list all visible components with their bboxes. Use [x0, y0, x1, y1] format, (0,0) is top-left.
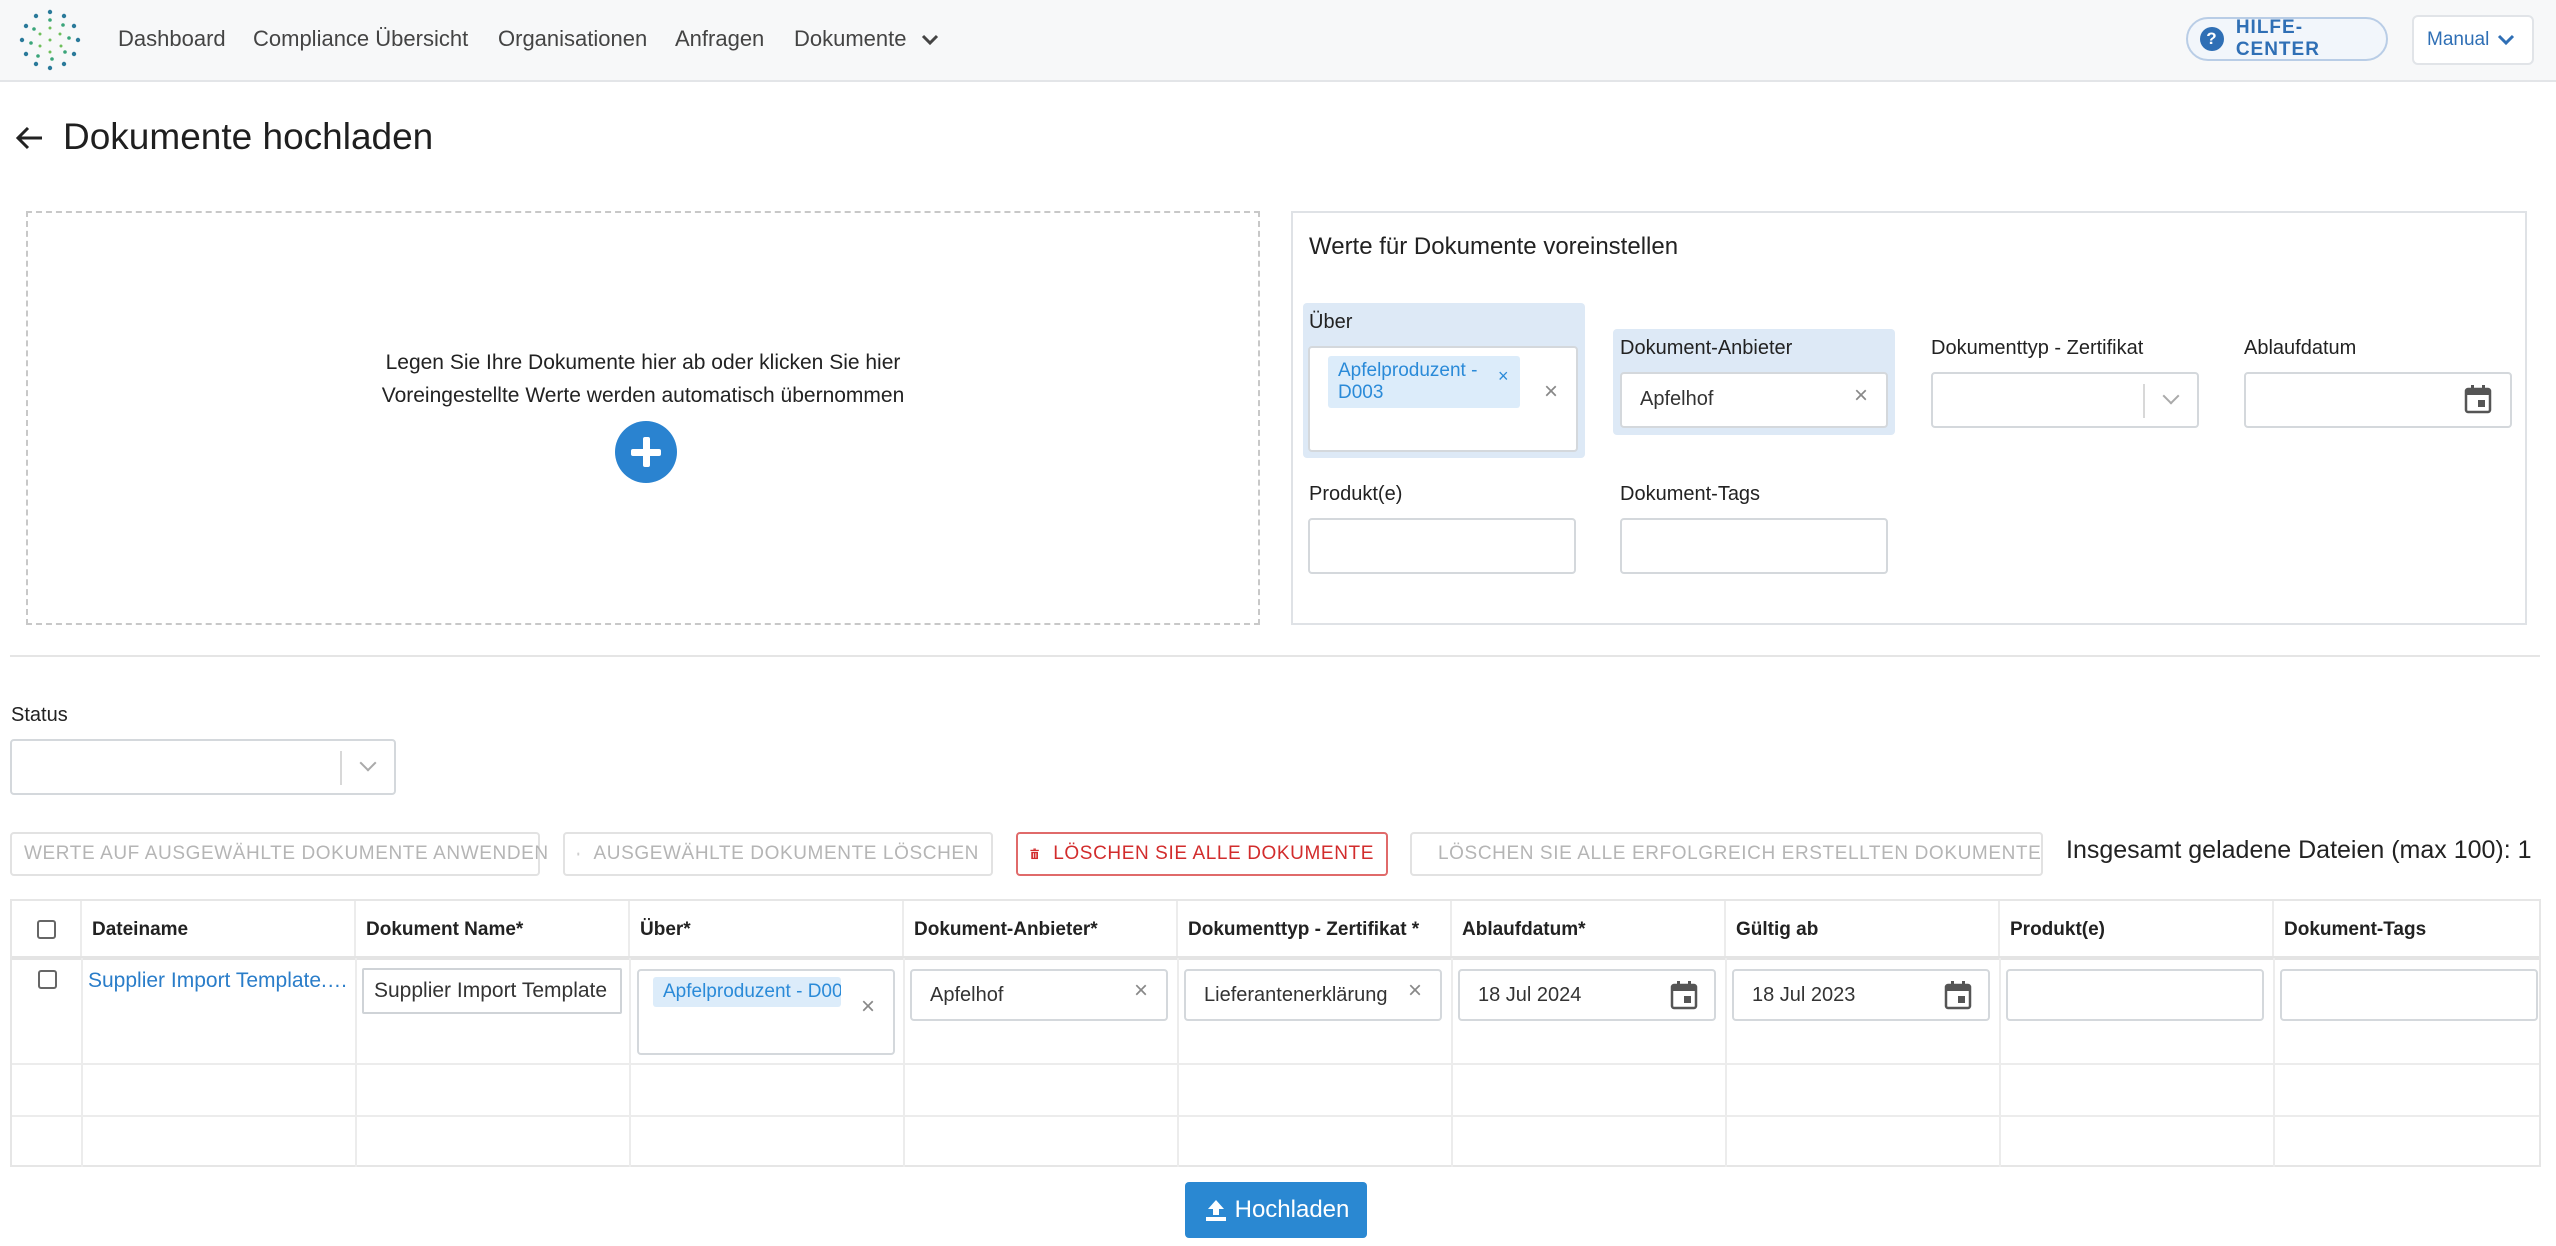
- select-all-header: [12, 901, 82, 958]
- delete-selected-label: AUSGEWÄHLTE DOKUMENTE LÖSCHEN: [593, 843, 979, 864]
- select-all-checkbox[interactable]: [36, 920, 56, 939]
- upload-label: Hochladen: [1234, 1196, 1350, 1223]
- nav-dokumente-label: Dokumente: [794, 26, 907, 51]
- help-center-label: HILFE-CENTER: [2235, 17, 2320, 60]
- row-divider: [12, 1063, 2539, 1065]
- preset-values-panel: Werte für Dokumente voreinstellen Über A…: [1291, 211, 2527, 625]
- chevron-down-icon: [921, 35, 938, 46]
- upload-button[interactable]: Hochladen: [1185, 1182, 1367, 1238]
- preset-values-title: Werte für Dokumente voreinstellen: [1309, 233, 1679, 260]
- column-ueber[interactable]: Über*: [630, 901, 904, 958]
- delete-all-button[interactable]: LÖSCHEN SIE ALLE DOKUMENTE: [1016, 832, 1388, 876]
- top-navigation: Dashboard Compliance Übersicht Organisat…: [0, 0, 2556, 82]
- trash-icon: [577, 852, 580, 856]
- apply-values-label: WERTE AUF AUSGEWÄHLTE DOKUMENTE ANWENDEN: [24, 843, 549, 864]
- row-checkbox[interactable]: [38, 970, 57, 989]
- nav-anfragen[interactable]: Anfragen: [675, 26, 764, 52]
- column-produkte[interactable]: Produkt(e): [2000, 901, 2274, 958]
- delete-all-label: LÖSCHEN SIE ALLE DOKUMENTE: [1053, 843, 1374, 864]
- clear-icon[interactable]: ×: [1134, 977, 1148, 1005]
- manual-dropdown[interactable]: Manual: [2412, 15, 2534, 65]
- clear-icon[interactable]: ×: [1854, 382, 1868, 410]
- delete-selected-button[interactable]: AUSGEWÄHLTE DOKUMENTE LÖSCHEN: [563, 832, 993, 876]
- clear-icon[interactable]: ×: [1544, 378, 1558, 406]
- ueber-select[interactable]: Apfelproduzent - D003 × ×: [1308, 346, 1578, 452]
- column-gueltig-ab[interactable]: Gültig ab: [1726, 901, 2000, 958]
- anbieter-value: Apfelhof: [1640, 388, 1714, 410]
- select-separator: [2143, 384, 2145, 418]
- chip-remove-icon[interactable]: ×: [1498, 366, 1509, 387]
- column-dokument-anbieter[interactable]: Dokument-Anbieter*: [904, 901, 1178, 958]
- row-ablaufdatum-value: 18 Jul 2024: [1478, 984, 1582, 1006]
- chevron-down-icon: [2498, 34, 2515, 46]
- column-dateiname[interactable]: Dateiname: [82, 901, 356, 958]
- help-center-button[interactable]: ? HILFE-CENTER: [2186, 17, 2388, 61]
- file-dropzone[interactable]: Legen Sie Ihre Dokumente hier ab oder kl…: [26, 211, 1260, 625]
- anbieter-select[interactable]: Apfelhof ×: [1620, 372, 1888, 428]
- delete-created-label: LÖSCHEN SIE ALLE ERFOLGREICH ERSTELLTEN …: [1438, 843, 2042, 864]
- calendar-icon[interactable]: [1670, 980, 1698, 1010]
- row-gueltig-ab-input[interactable]: 18 Jul 2023: [1732, 969, 1990, 1021]
- apply-values-button[interactable]: WERTE AUF AUSGEWÄHLTE DOKUMENTE ANWENDEN: [10, 832, 548, 876]
- nav-compliance-uebersicht[interactable]: Compliance Übersicht: [253, 26, 468, 52]
- row-ueber-select[interactable]: Apfelproduzent - D003 ×: [637, 969, 895, 1055]
- row-dokumenttyp-select[interactable]: Lieferantenerklärung ×: [1184, 969, 1442, 1021]
- ueber-label: Über: [1309, 311, 1353, 333]
- nav-dashboard[interactable]: Dashboard: [118, 26, 226, 52]
- status-select[interactable]: [10, 739, 396, 795]
- nav-organisationen[interactable]: Organisationen: [498, 26, 647, 52]
- clear-icon[interactable]: ×: [861, 993, 875, 1021]
- back-arrow-icon[interactable]: [14, 122, 46, 154]
- tags-label: Dokument-Tags: [1620, 483, 1761, 505]
- table-header-divider: [12, 956, 2539, 960]
- upload-icon: [1205, 1200, 1226, 1221]
- ueber-chip-label: Apfelproduzent - D003: [1338, 360, 1478, 403]
- row-anbieter-value: Apfelhof: [930, 984, 1004, 1006]
- page-title: Dokumente hochladen: [63, 116, 434, 157]
- total-files-count: Insgesamt geladene Dateien (max 100): 1: [2066, 836, 2532, 864]
- row-tags-select[interactable]: [2280, 969, 2538, 1021]
- column-ablaufdatum[interactable]: Ablaufdatum*: [1452, 901, 1726, 958]
- dropzone-hint: Voreingestellte Werte werden automatisch…: [381, 384, 905, 407]
- chevron-down-icon: [2162, 387, 2180, 405]
- tags-select[interactable]: [1620, 518, 1888, 574]
- row-anbieter-select[interactable]: Apfelhof ×: [910, 969, 1168, 1021]
- produkt-label: Produkt(e): [1309, 483, 1403, 505]
- chevron-down-icon: [359, 754, 377, 772]
- row-divider: [12, 1115, 2539, 1117]
- dokumenttyp-select[interactable]: [1931, 372, 2199, 428]
- document-name-input[interactable]: Supplier Import Template: [362, 968, 622, 1014]
- row-ueber-chip-label: Apfelproduzent - D003: [663, 981, 841, 1002]
- row-ablaufdatum-input[interactable]: 18 Jul 2024: [1458, 969, 1716, 1021]
- select-separator: [340, 751, 342, 785]
- clear-icon[interactable]: ×: [1408, 977, 1422, 1005]
- calendar-icon[interactable]: [1944, 980, 1972, 1010]
- company-logo[interactable]: [18, 8, 82, 72]
- row-gueltig-ab-value: 18 Jul 2023: [1752, 984, 1856, 1006]
- nav-dokumente[interactable]: Dokumente: [794, 26, 939, 52]
- dropzone-instruction: Legen Sie Ihre Dokumente hier ab oder kl…: [385, 351, 901, 374]
- column-dokument-name[interactable]: Dokument Name*: [356, 901, 630, 958]
- documents-table: Dateiname Dokument Name* Über* Dokument-…: [10, 899, 2541, 1167]
- produkt-select[interactable]: [1308, 518, 1576, 574]
- ablaufdatum-label: Ablaufdatum: [2244, 337, 2357, 359]
- delete-created-button[interactable]: LÖSCHEN SIE ALLE ERFOLGREICH ERSTELLTEN …: [1410, 832, 2043, 876]
- ueber-chip: Apfelproduzent - D003: [1328, 356, 1520, 408]
- column-dokumenttyp[interactable]: Dokumenttyp - Zertifikat *: [1178, 901, 1452, 958]
- row-dokumenttyp-value: Lieferantenerklärung: [1204, 984, 1388, 1006]
- column-dokument-tags[interactable]: Dokument-Tags: [2274, 901, 2539, 958]
- status-label: Status: [11, 704, 68, 726]
- row-produkte-select[interactable]: [2006, 969, 2264, 1021]
- section-divider: [10, 655, 2540, 657]
- manual-label: Manual: [2427, 29, 2490, 50]
- row-ueber-chip: Apfelproduzent - D003: [653, 977, 841, 1007]
- add-file-icon[interactable]: [615, 421, 677, 483]
- anbieter-label: Dokument-Anbieter: [1620, 337, 1793, 359]
- ablaufdatum-input[interactable]: [2244, 372, 2512, 428]
- calendar-icon[interactable]: [2464, 384, 2492, 414]
- help-icon: ?: [2200, 27, 2224, 51]
- trash-icon: [1030, 848, 1039, 860]
- filename-link[interactable]: Supplier Import Template.xlsx: [88, 969, 348, 993]
- dokumenttyp-label: Dokumenttyp - Zertifikat: [1931, 337, 2144, 359]
